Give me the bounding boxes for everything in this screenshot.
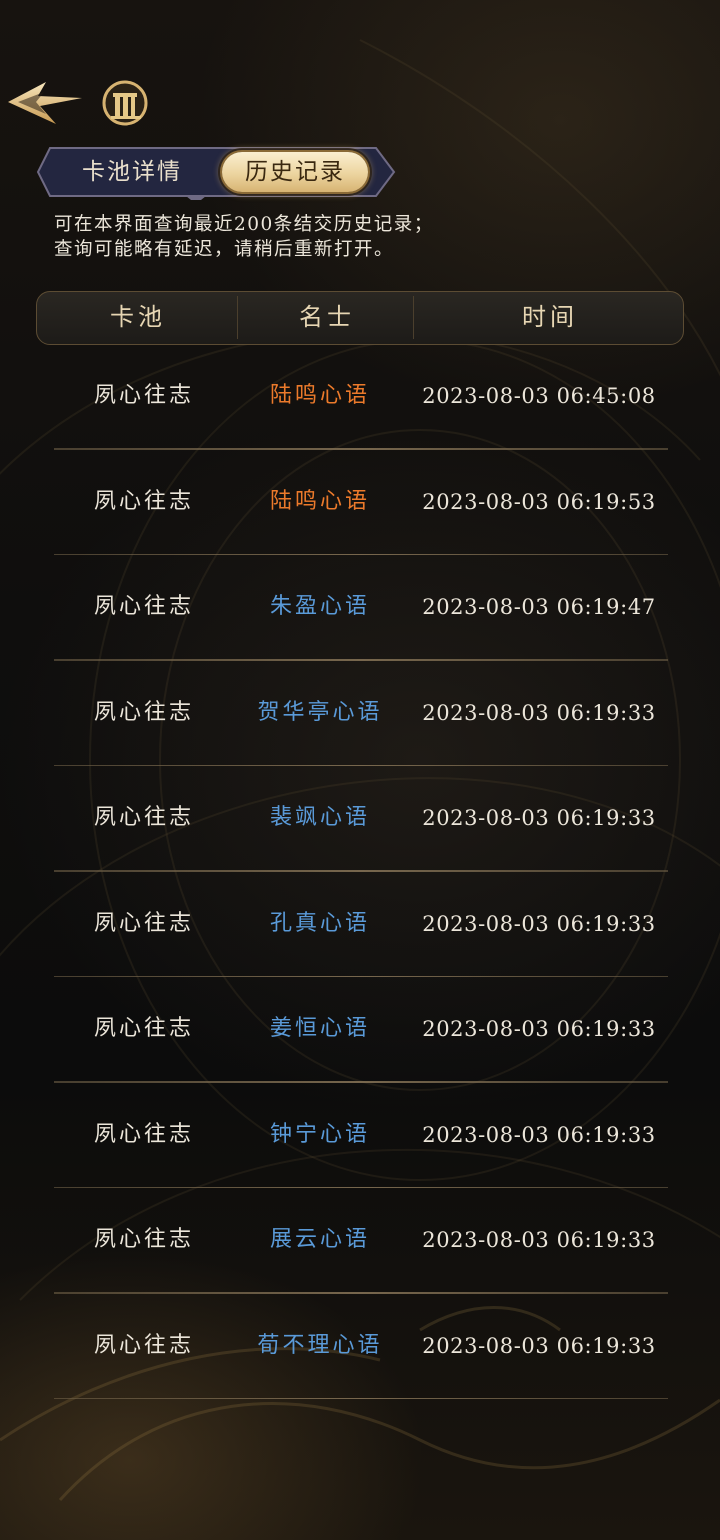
table-row: 夙心往志 陆鸣心语 2023-08-03 06:19:53	[54, 450, 668, 555]
arrow-back-icon	[8, 82, 82, 124]
row-time: 2023-08-03 06:19:33	[422, 1228, 656, 1252]
row-time: 2023-08-03 06:19:33	[422, 911, 656, 936]
row-time: 2023-08-03 06:45:08	[422, 384, 656, 408]
row-time: 2023-08-03 06:19:53	[422, 489, 656, 514]
row-time: 2023-08-03 06:19:33	[422, 700, 656, 725]
tab-pool-details[interactable]: 卡池详情	[52, 152, 212, 192]
table-header: 卡池 名士 时间	[36, 291, 684, 345]
row-pool: 夙心往志	[93, 488, 194, 514]
row-name: 钟宁心语	[269, 1121, 370, 1147]
row-pool: 夙心往志	[93, 699, 194, 725]
column-divider	[413, 296, 414, 339]
row-pool: 夙心往志	[93, 594, 194, 619]
row-time: 2023-08-03 06:19:47	[422, 595, 656, 619]
row-name: 荀不理心语	[257, 1332, 383, 1358]
row-pool: 夙心往志	[93, 1121, 194, 1147]
row-name: 贺华亭心语	[257, 699, 383, 725]
column-divider	[237, 296, 238, 339]
row-name: 展云心语	[269, 1227, 370, 1252]
row-pool: 夙心往志	[93, 1332, 194, 1358]
table-row: 夙心往志 贺华亭心语 2023-08-03 06:19:33	[54, 661, 668, 766]
table-row: 夙心往志 钟宁心语 2023-08-03 06:19:33	[54, 1083, 668, 1188]
row-pool: 夙心往志	[93, 383, 194, 408]
row-name: 裴飒心语	[269, 805, 370, 830]
row-name: 陆鸣心语	[269, 488, 370, 514]
table-row: 夙心往志 孔真心语 2023-08-03 06:19:33	[54, 872, 668, 977]
table-row: 夙心往志 朱盈心语 2023-08-03 06:19:47	[54, 555, 668, 661]
column-header-time: 时间	[522, 303, 578, 331]
table-row: 夙心往志 展云心语 2023-08-03 06:19:33	[54, 1188, 668, 1294]
notice-line-1: 可在本界面查询最近200条结交历史记录；	[54, 214, 434, 235]
row-pool: 夙心往志	[93, 1227, 194, 1252]
column-header-pool: 卡池	[110, 303, 166, 331]
table-row: 夙心往志 荀不理心语 2023-08-03 06:19:33	[54, 1294, 668, 1399]
history-list: 夙心往志 陆鸣心语 2023-08-03 06:45:08 夙心往志 陆鸣心语 …	[54, 344, 668, 1399]
back-button[interactable]	[6, 76, 86, 132]
row-name: 孔真心语	[269, 910, 370, 936]
row-name: 姜恒心语	[269, 1016, 370, 1041]
row-pool: 夙心往志	[93, 910, 194, 936]
tab-bar: 卡池详情 历史记录	[36, 144, 396, 200]
table-row: 夙心往志 姜恒心语 2023-08-03 06:19:33	[54, 977, 668, 1083]
row-time: 2023-08-03 06:19:33	[422, 1333, 656, 1358]
row-time: 2023-08-03 06:19:33	[422, 1122, 656, 1147]
table-row: 夙心往志 裴飒心语 2023-08-03 06:19:33	[54, 766, 668, 872]
notice-line-2: 查询可能略有延迟，请稍后重新打开。	[54, 239, 395, 260]
row-name: 朱盈心语	[269, 594, 370, 619]
table-row: 夙心往志 陆鸣心语 2023-08-03 06:45:08	[54, 344, 668, 450]
row-time: 2023-08-03 06:19:33	[422, 1017, 656, 1041]
notice-text: 可在本界面查询最近200条结交历史记录； 查询可能略有延迟，请稍后重新打开。	[54, 212, 674, 262]
column-header-name: 名士	[299, 303, 355, 331]
row-pool: 夙心往志	[93, 805, 194, 830]
row-time: 2023-08-03 06:19:33	[422, 806, 656, 830]
tab-history[interactable]: 历史记录	[222, 152, 368, 192]
row-name: 陆鸣心语	[269, 383, 370, 408]
row-divider	[54, 1397, 668, 1399]
row-pool: 夙心往志	[93, 1016, 194, 1041]
gate-emblem-icon[interactable]	[100, 78, 150, 128]
